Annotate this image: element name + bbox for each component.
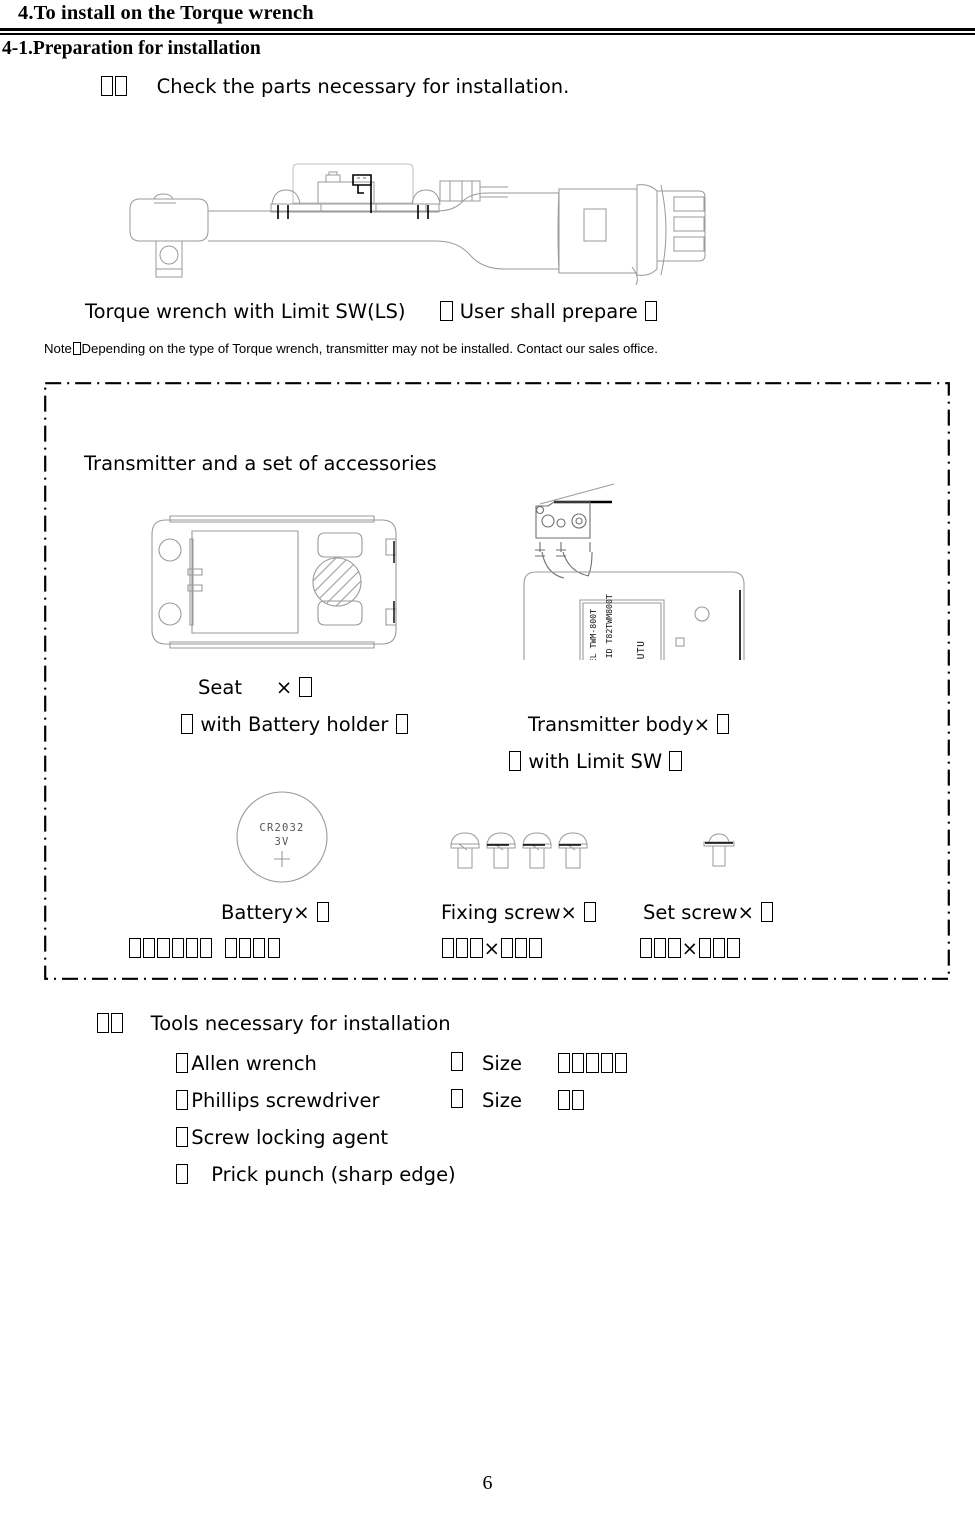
fixing-screws-figure [449,830,597,872]
wrench-caption-main: Torque wrench with Limit SW(LS) [85,300,406,323]
paren-open-icon [509,751,522,771]
caption-seat-name: Seat [198,676,242,699]
caption-fixing-screw: Fixing screw× [441,901,597,924]
caption-battery: Battery× [221,901,330,924]
tool-bullet-icon [176,1127,189,1147]
accessory-box-title: Transmitter and a set of accessories [84,452,437,475]
transmitter-label-model: MODEL TWM-800T [588,609,598,660]
chapter-title: 4.To install on the Torque wrench [18,2,314,24]
bracket-open-icon [440,301,453,321]
section-title: 4-1.Preparation for installation [2,38,261,59]
lead-item-tools: Tools necessary for installation [96,1012,451,1035]
caption-battery-mult: × [293,901,310,924]
battery-label-type: CR2032 [259,822,304,834]
caption-fixing-name: Fixing screw [441,901,561,924]
caption-body-mult: × [693,713,711,736]
caption-seat: Seat × [198,676,313,699]
tool-separator-icon [451,1052,464,1072]
seat-figure [146,512,416,652]
header-rule-thin [0,33,975,35]
caption-set-screw: Set screw× [643,901,774,924]
tool-name: Allen wrench [191,1052,317,1075]
tool-size-value [557,1089,585,1112]
paren-close-icon [669,751,682,771]
caption-body-qty-icon [717,714,730,734]
caption-set-jp: × [639,937,741,960]
battery-label-voltage: 3V [274,836,289,848]
caption-set-mult: × [737,901,754,924]
wrench-note: Note Depending on the type of Torque wren… [44,341,658,356]
caption-transmitter-body: Transmitter body× [528,713,730,736]
tool-name: Phillips screwdriver [191,1089,380,1112]
tool-size-value [557,1052,628,1075]
tool-name: Screw locking agent [191,1126,389,1149]
tool-bullet-icon [176,1053,189,1073]
lead-item-check-parts: Check the parts necessary for installati… [100,75,569,98]
caption-fixing-mult: × [560,901,577,924]
tool-allen-wrench: Allen wrench Size [175,1052,627,1075]
tool-screw-locking-agent: Screw locking agent [175,1126,388,1149]
caption-seat-qty-icon [299,677,312,697]
paren-open-icon [181,714,194,734]
caption-transmitter-body-sub: with Limit SW [508,750,683,773]
caption-battery-qty-icon [316,902,329,922]
set-screw-figure [702,830,736,872]
caption-battery-name: Battery [221,901,294,924]
battery-polarity-plus-icon [274,851,290,867]
note-text: Depending on the type of Torque wrench, … [81,341,658,356]
wrench-caption: Torque wrench with Limit SW(LS) User sha… [85,300,658,323]
caption-seat-mult: × [275,676,293,699]
caption-set-name: Set screw [643,901,738,924]
caption-fixing-jp: × [441,937,543,960]
tool-bullet-icon [176,1090,189,1110]
tool-prick-punch: Prick punch (sharp edge) [175,1163,456,1186]
transmitter-label-fcc: FCC ID T82TWM800T [604,594,614,660]
transmitter-body-figure: MODEL TWM-800T FCC ID T82TWM800T HERUTU [516,478,760,660]
manual-page: 4.To install on the Torque wrench 4-1.Pr… [0,0,975,1518]
tool-name: Prick punch (sharp edge) [211,1163,456,1186]
header-rule-thick [0,28,975,31]
caption-body-sub-text: with Limit SW [528,750,663,773]
bracket-close-icon [645,301,658,321]
lead-marker-icon [96,1012,124,1035]
tool-size-label: Size [482,1052,523,1075]
caption-seat-sub: with Battery holder [180,713,409,736]
caption-body-name: Transmitter body [528,713,694,736]
lead-item-label: Tools necessary for installation [150,1012,451,1035]
tool-phillips-screwdriver: Phillips screwdriver Size [175,1089,585,1112]
page-number: 6 [482,1472,493,1494]
lead-marker-icon [100,75,128,98]
paren-close-icon [395,714,408,734]
tool-separator-icon [451,1089,464,1109]
wrench-caption-note: User shall prepare [459,300,638,323]
caption-set-qty-icon [761,902,774,922]
caption-fixing-qty-icon [584,902,597,922]
note-prefix: Note [44,341,72,356]
lead-item-label: Check the parts necessary for installati… [156,75,570,98]
tool-size-label: Size [482,1089,523,1112]
tool-bullet-icon [176,1164,189,1184]
caption-seat-sub-text: with Battery holder [200,713,389,736]
transmitter-label-brand: HERUTU [636,641,647,660]
note-separator-icon [72,341,81,355]
caption-battery-jp [128,937,281,960]
torque-wrench-figure [118,163,743,285]
battery-figure: CR2032 3V [234,789,330,885]
